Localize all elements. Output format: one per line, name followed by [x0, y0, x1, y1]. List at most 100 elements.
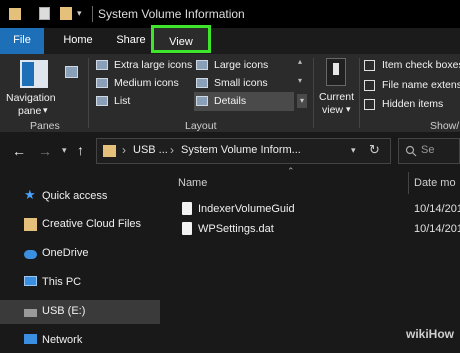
small-icons-icon — [196, 78, 208, 88]
list-label: List — [114, 95, 131, 107]
window-title: System Volume Information — [98, 7, 245, 21]
up-arrow-icon[interactable]: ↑ — [77, 142, 84, 158]
properties-icon[interactable] — [39, 7, 50, 20]
file-row[interactable]: WPSettings.dat 10/14/201 — [176, 219, 460, 239]
large-icons-label: Large icons — [214, 59, 269, 71]
folder-icon — [103, 145, 116, 157]
medium-icons-icon — [96, 78, 108, 88]
extra-large-icons-label: Extra large icons — [114, 59, 193, 71]
item-check-boxes-label: Item check boxes — [382, 59, 460, 71]
search-placeholder: Se — [421, 144, 435, 156]
back-arrow-icon[interactable]: ← — [12, 143, 26, 159]
layout-option-list[interactable]: List — [96, 94, 194, 110]
nav-item-onedrive[interactable]: OneDrive — [0, 242, 160, 266]
computer-icon — [24, 276, 37, 286]
hidden-items-checkbox[interactable] — [364, 99, 375, 110]
folder-icon — [9, 8, 21, 20]
current-view-label-2: view — [322, 104, 344, 116]
nav-item-quick-access[interactable]: ★ Quick access — [0, 185, 160, 209]
title-bar: ▾ System Volume Information — [0, 0, 460, 28]
tab-share[interactable]: Share — [108, 28, 154, 54]
nav-item-label: Creative Cloud Files — [42, 218, 142, 230]
nav-item-label: Network — [42, 334, 83, 346]
hidden-items-label: Hidden items — [382, 98, 444, 110]
layout-option-details[interactable]: Details — [194, 92, 294, 111]
navigation-pane-icon — [20, 60, 48, 88]
layout-option-small-icons[interactable]: Small icons — [196, 76, 296, 92]
current-view-label: Current — [319, 91, 355, 103]
breadcrumb-system-volume-information[interactable]: System Volume Inform... — [181, 144, 301, 156]
group-label-show-hide: Show/ — [430, 120, 460, 132]
extra-large-icons-icon — [96, 60, 108, 70]
details-label: Details — [214, 95, 247, 107]
file-date: 10/14/201 — [414, 223, 460, 235]
item-check-boxes-checkbox[interactable] — [364, 60, 375, 71]
column-divider[interactable] — [408, 172, 409, 194]
new-folder-icon[interactable] — [60, 7, 72, 20]
group-label-panes: Panes — [30, 120, 60, 132]
sort-ascending-icon: ⌃ — [287, 166, 295, 176]
chevron-down-icon: ▾ — [346, 104, 351, 114]
file-icon — [182, 202, 192, 215]
medium-icons-label: Medium icons — [114, 77, 179, 89]
layout-scroll-down-icon[interactable]: ▾ — [298, 76, 302, 85]
item-check-boxes-option[interactable]: Item check boxes — [364, 58, 460, 74]
file-name-extensions-checkbox[interactable] — [364, 80, 375, 91]
breadcrumb-usb[interactable]: USB ... — [133, 144, 168, 156]
layout-option-medium-icons[interactable]: Medium icons — [96, 76, 194, 92]
network-icon — [24, 334, 37, 344]
current-view-icon — [326, 58, 346, 86]
star-icon: ★ — [24, 187, 36, 202]
nav-item-label: This PC — [42, 276, 82, 288]
refresh-icon[interactable]: ↻ — [369, 142, 380, 158]
creative-cloud-folder-icon — [24, 218, 37, 231]
breadcrumb-separator-icon: › — [170, 143, 174, 157]
list-icon — [96, 96, 108, 106]
navigation-pane-label-2: pane — [18, 105, 42, 117]
file-date: 10/14/201 — [414, 203, 460, 215]
nav-item-label: OneDrive — [42, 247, 89, 259]
small-icons-label: Small icons — [214, 77, 268, 89]
nav-item-this-pc[interactable]: This PC — [0, 271, 160, 295]
column-header-date-modified[interactable]: Date mo — [414, 177, 456, 189]
layout-option-large-icons[interactable]: Large icons — [196, 58, 296, 74]
preview-pane-icon[interactable] — [65, 66, 78, 78]
group-divider-3 — [359, 58, 360, 128]
nav-item-network[interactable]: Network — [0, 329, 160, 353]
group-divider — [88, 58, 89, 128]
address-bar[interactable]: › USB ... › System Volume Inform... ▾ ↻ — [96, 138, 391, 164]
layout-scroll-up-icon[interactable]: ▴ — [298, 57, 302, 66]
wikihow-watermark: wikiHow — [405, 327, 454, 341]
file-name-extensions-option[interactable]: File name extens — [364, 78, 460, 94]
nav-item-creative-cloud-files[interactable]: Creative Cloud Files — [0, 213, 160, 237]
search-box[interactable]: Se — [398, 138, 460, 164]
cloud-icon — [24, 250, 37, 259]
layout-option-extra-large-icons[interactable]: Extra large icons — [96, 58, 194, 74]
navigation-pane-label: Navigation — [6, 92, 56, 104]
breadcrumb-separator-icon: › — [122, 143, 126, 157]
group-divider-2 — [313, 58, 314, 128]
customize-toolbar-chevron-icon[interactable]: ▾ — [77, 8, 82, 19]
navigation-pane-button[interactable]: Navigation pane ▾ — [2, 58, 60, 118]
tab-home[interactable]: Home — [52, 28, 104, 54]
group-label-layout: Layout — [185, 120, 217, 132]
file-name-extensions-label: File name extens — [382, 79, 460, 91]
title-divider — [92, 6, 93, 22]
file-name: WPSettings.dat — [198, 223, 274, 235]
nav-item-label: Quick access — [42, 190, 108, 202]
layout-expand-icon[interactable]: ▾ — [297, 94, 307, 108]
recent-locations-chevron-icon[interactable]: ▾ — [62, 145, 67, 156]
current-view-button[interactable]: Current view ▾ — [316, 56, 358, 128]
address-dropdown-chevron-icon[interactable]: ▾ — [351, 145, 356, 156]
column-header-name[interactable]: Name — [178, 177, 207, 189]
file-row[interactable]: IndexerVolumeGuid 10/14/201 — [176, 199, 460, 219]
tab-view[interactable]: View — [151, 25, 211, 53]
hidden-items-option[interactable]: Hidden items — [364, 97, 460, 113]
file-name: IndexerVolumeGuid — [198, 203, 295, 215]
nav-pane: ★ Quick access Creative Cloud Files OneD… — [0, 172, 170, 346]
ribbon-tab-row: File Home Share View — [0, 25, 460, 54]
nav-item-usb[interactable]: USB (E:) — [0, 300, 160, 324]
chevron-down-icon: ▾ — [43, 105, 48, 115]
tab-file[interactable]: File — [0, 28, 44, 54]
forward-arrow-icon[interactable]: → — [38, 143, 52, 159]
